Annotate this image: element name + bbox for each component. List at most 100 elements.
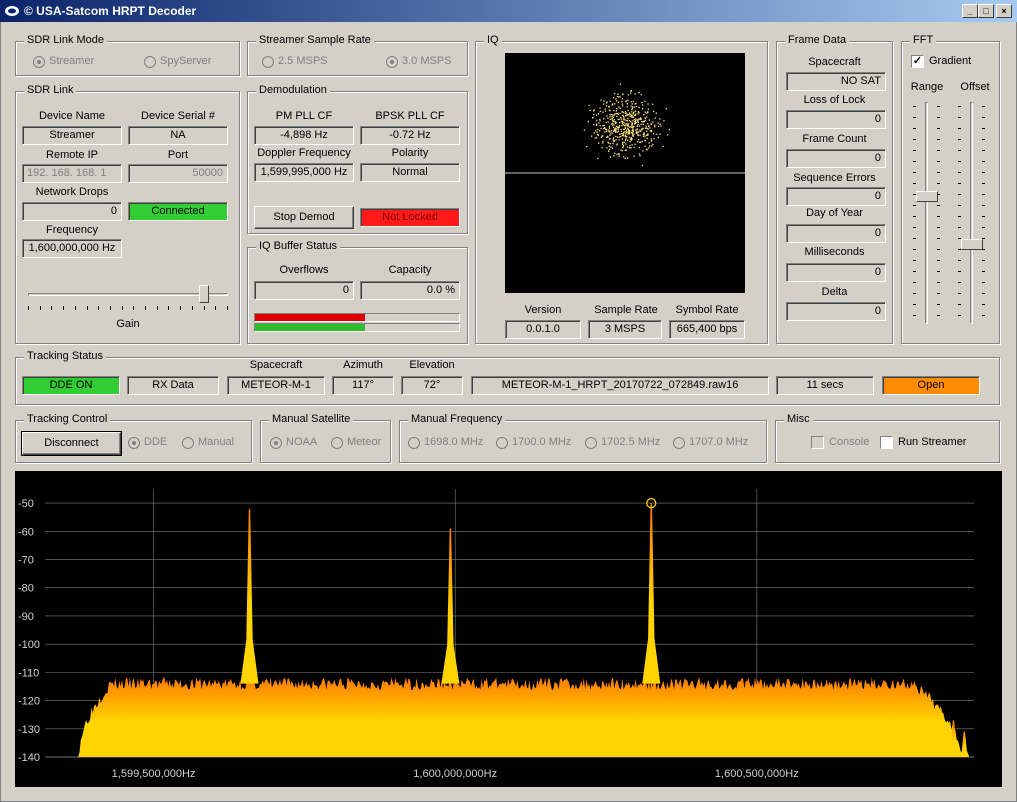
overflows-label: Overflows [279,264,329,276]
iq-point [639,155,641,157]
iq-point [622,111,625,114]
slider-tick [958,227,961,228]
iq-point [616,153,618,155]
slider-tick [982,249,985,250]
radio-1698-mhz[interactable]: 1698.0 MHz [408,436,483,450]
slider-tick [958,150,961,151]
gain-tick [39,306,41,310]
maximize-button[interactable]: □ [978,4,994,18]
radio-1702-5-mhz[interactable]: 1702.5 MHz [585,436,660,450]
bpsk-pll-field: -0.72 Hz [360,126,460,145]
stop-demod-button[interactable]: Stop Demod [254,206,354,229]
radio-spyserver[interactable]: SpyServer [144,55,211,69]
iq-point [633,133,635,135]
connection-status: Connected [128,202,228,221]
iq-point [628,120,631,122]
iq-point [644,111,646,113]
iq-point [618,118,621,120]
iq-point [609,138,611,140]
iq-point [616,95,619,98]
polarity-field: Normal [360,163,460,182]
iq-point [626,106,628,108]
console-checkbox[interactable]: Console [811,436,869,450]
iq-point [613,118,615,121]
radio-noaa[interactable]: NOAA [270,436,317,450]
iq-point [614,152,616,154]
gradient-checkbox[interactable]: ✓ Gradient [911,55,971,69]
gain-slider-thumb[interactable] [199,285,209,303]
slider-tick [958,194,961,195]
remote-ip-field[interactable]: 192. 168. 168. 1 [22,164,122,183]
iq-point [628,136,630,139]
radio-streamer[interactable]: Streamer [33,55,94,69]
slider-tick [982,183,985,184]
fft-spectrum-plot[interactable]: -50 -60 -70 -80 -90 -100 -110 -120 -130 -140 1,59… [15,471,1002,787]
radio-2-5-msps[interactable]: 2.5 MSPS [262,55,328,69]
iq-point [617,126,619,128]
misc-group: Misc Console Run Streamer [775,413,1000,463]
manual-frequency-group: Manual Frequency 1698.0 MHz 1700.0 MHz 1… [399,413,767,463]
y-tick-label: -120 [18,696,40,708]
iq-point [592,117,594,119]
slider-tick [913,249,916,250]
iq-point [600,99,602,101]
slider-tick [958,172,961,173]
dde-status: DDE ON [22,376,120,395]
offset-slider[interactable] [956,102,986,324]
port-field[interactable]: 50000 [128,164,228,183]
iq-point [654,117,656,119]
iq-point [611,147,614,149]
iq-point [593,113,595,116]
y-tick-label: -140 [18,752,40,764]
iq-point [632,119,634,121]
iq-point [642,108,644,110]
iq-point [622,133,625,135]
disconnect-button[interactable]: Disconnect [21,431,122,456]
slider-tick [913,172,916,173]
delta-label: Delta [821,286,848,298]
iq-point [602,135,604,137]
radio-1707-mhz[interactable]: 1707.0 MHz [673,436,748,450]
iq-point [636,125,639,127]
iq-point [652,143,654,145]
iq-point [637,141,639,143]
sequence-errors-field: 0 [786,187,886,206]
radio-dde[interactable]: DDE [128,436,167,450]
iq-point [606,136,608,138]
run-streamer-checkbox[interactable]: Run Streamer [880,436,966,450]
open-button[interactable]: Open [882,376,980,395]
lock-status: Not Locked [360,208,460,227]
iq-point [595,130,597,132]
iq-point [630,90,632,92]
minimize-button[interactable]: _ [962,4,978,18]
slider-tick [982,293,985,294]
range-label: Range [910,81,944,93]
x-tick-label: 1,600,500,000Hz [715,768,799,780]
title-bar[interactable]: © USA-Satcom HRPT Decoder _ □ × [0,0,1017,22]
range-slider[interactable] [911,102,941,324]
iq-point [623,156,625,158]
close-button[interactable]: × [996,4,1012,18]
network-drops-label: Network Drops [35,186,109,198]
iq-point [640,117,642,119]
overflows-field: 0 [254,281,354,300]
radio-manual[interactable]: Manual [182,436,234,450]
iq-point [612,137,615,139]
iq-point [604,108,606,110]
iq-point [631,107,633,109]
iq-point [630,136,632,139]
iq-point [624,111,627,113]
iq-point [635,129,637,131]
version-field: 0.0.1.0 [505,320,581,339]
gain-slider[interactable] [28,284,228,314]
slider-tick [937,315,940,316]
iq-point [625,143,627,145]
gain-tick [203,306,205,310]
radio-meteor[interactable]: Meteor [331,436,381,450]
iq-point [627,127,629,129]
iq-point [648,147,650,149]
ts-spacecraft-field: METEOR-M-1 [227,376,325,395]
radio-3-0-msps[interactable]: 3.0 MSPS [386,55,452,69]
iq-point [629,92,632,94]
radio-1700-mhz[interactable]: 1700.0 MHz [496,436,571,450]
